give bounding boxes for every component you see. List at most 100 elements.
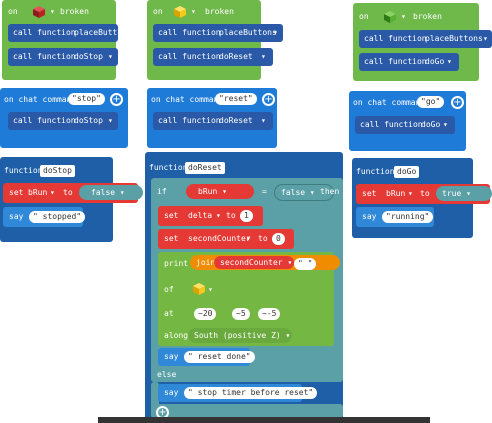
variable-name[interactable]: secondCounter — [188, 233, 251, 245]
dropdown-arrow-icon[interactable]: ▾ — [261, 115, 266, 127]
right-chat-call-dogo[interactable]: call function doGo ▾ — [355, 116, 455, 134]
horizontal-scrollbar[interactable] — [98, 417, 430, 423]
else-section[interactable]: else — [151, 368, 343, 382]
function-name-field[interactable]: doReset — [185, 162, 225, 174]
add-parameter-icon[interactable]: + — [110, 93, 123, 106]
dropdown-arrow-icon[interactable]: ▾ — [447, 56, 452, 68]
direction-dropdown[interactable]: South (positive Z) ▾ — [188, 328, 292, 343]
join-label: join — [196, 258, 216, 267]
print-label: print — [164, 259, 189, 268]
say-label: say — [164, 352, 179, 361]
set-label: set — [9, 188, 24, 197]
add-parameter-icon[interactable]: + — [451, 96, 464, 109]
red-block-icon[interactable] — [32, 5, 46, 19]
boolean-value: false — [281, 188, 306, 197]
chat-command-value[interactable]: "stop" — [68, 93, 105, 105]
middle-call-doreset[interactable]: call function doReset ▾ — [153, 48, 273, 66]
set-delta-block[interactable]: set delta ▾ to 1 — [158, 206, 263, 226]
chat-command-label: on chat command — [353, 98, 426, 107]
print-block[interactable]: print join secondCounter ▾ " " of ▾ at ~… — [158, 252, 340, 346]
dropdown-arrow-icon[interactable]: ▾ — [483, 33, 488, 45]
event-on-label: on — [8, 7, 18, 16]
function-name: placeButtons — [74, 28, 132, 37]
right-set-brun[interactable]: set bRun ▾ to true ▾ — [356, 184, 492, 204]
middle-chat-call-doreset[interactable]: call function doReset ▾ — [153, 112, 273, 130]
green-block-icon[interactable] — [383, 10, 397, 24]
dropdown-arrow-icon[interactable]: ▾ — [261, 51, 266, 63]
right-say-block[interactable]: say "running" — [356, 207, 434, 227]
then-label: then — [320, 187, 340, 196]
position-y[interactable]: ~5 — [232, 308, 250, 320]
dropdown-arrow-icon[interactable]: ▾ — [246, 233, 251, 245]
dropdown-arrow-icon[interactable]: ▾ — [126, 27, 131, 39]
dropdown-arrow-icon[interactable]: ▾ — [408, 188, 413, 200]
of-label: of — [164, 285, 174, 294]
position-x[interactable]: ~20 — [194, 308, 217, 320]
call-label: call function — [360, 120, 423, 129]
call-label: call function — [158, 116, 221, 125]
variable-name[interactable]: delta — [188, 210, 212, 222]
middle-call-placebuttons[interactable]: call function placeButtons ▾ — [153, 24, 283, 42]
variable-name[interactable]: bRun — [386, 188, 405, 200]
dropdown-arrow-icon[interactable]: ▾ — [216, 210, 221, 222]
chat-command-label: on chat command — [4, 95, 77, 104]
call-label: call function — [158, 52, 221, 61]
equals-operator[interactable]: = — [262, 186, 267, 198]
function-label: function — [149, 163, 188, 172]
dropdown-arrow-icon[interactable]: ▾ — [208, 284, 213, 296]
at-label: at — [164, 309, 174, 318]
set-label: set — [164, 234, 179, 243]
say-stop-timer[interactable]: say " stop timer before reset" — [158, 384, 318, 402]
boolean-dropdown[interactable]: false ▾ — [79, 185, 143, 200]
left-call-dostop[interactable]: call function doStop ▾ — [8, 48, 118, 66]
join-counter-variable[interactable]: secondCounter ▾ — [214, 256, 294, 269]
dropdown-arrow-icon[interactable]: ▾ — [401, 11, 406, 23]
say-text[interactable]: " reset done" — [184, 351, 255, 363]
value-field[interactable]: 1 — [240, 210, 253, 222]
if-bottom — [151, 404, 343, 418]
set-label: set — [164, 211, 179, 220]
dropdown-arrow-icon[interactable]: ▾ — [191, 6, 196, 18]
position-z[interactable]: ~-5 — [258, 308, 281, 320]
boolean-dropdown[interactable]: true ▾ — [436, 186, 492, 201]
yellow-block-icon[interactable] — [173, 5, 187, 19]
dropdown-arrow-icon[interactable]: ▾ — [273, 27, 278, 39]
yellow-block-icon[interactable] — [192, 282, 206, 296]
dropdown-arrow-icon[interactable]: ▾ — [108, 51, 113, 63]
condition-variable[interactable]: bRun ▾ — [186, 184, 254, 199]
call-label: call function — [364, 34, 427, 43]
say-text[interactable]: "running" — [382, 211, 434, 223]
direction-value: South (positive Z) — [194, 331, 281, 340]
left-call-placebuttons[interactable]: call function placeButtons ▾ — [8, 24, 132, 42]
dropdown-arrow-icon[interactable]: ▾ — [443, 119, 448, 131]
function-name-field[interactable]: doGo — [394, 166, 420, 178]
left-say-block[interactable]: say " stopped" — [3, 207, 86, 227]
value-field[interactable]: 0 — [272, 233, 285, 245]
right-call-dogo[interactable]: call function doGo ▾ — [359, 53, 459, 71]
left-set-brun[interactable]: set bRun ▾ to false ▾ — [3, 183, 143, 203]
dropdown-arrow-icon[interactable]: ▾ — [50, 187, 55, 199]
variable-name[interactable]: bRun — [28, 187, 47, 199]
say-text[interactable]: " stopped" — [29, 211, 86, 223]
function-name-field[interactable]: doStop — [40, 165, 75, 177]
say-text[interactable]: " stop timer before reset" — [184, 387, 318, 399]
say-reset-done[interactable]: say " reset done" — [158, 348, 255, 366]
dropdown-arrow-icon[interactable]: ▾ — [50, 6, 55, 18]
join-string[interactable]: " " — [294, 258, 317, 270]
to-label: to — [258, 234, 268, 243]
chat-command-value[interactable]: "reset" — [215, 93, 257, 105]
function-name: doStop — [74, 52, 103, 61]
if-label: if — [157, 187, 167, 196]
add-parameter-icon[interactable]: + — [262, 93, 275, 106]
call-label: call function — [13, 52, 76, 61]
right-call-placebuttons[interactable]: call function placeButtons ▾ — [359, 30, 492, 48]
set-secondcounter-block[interactable]: set secondCounter ▾ to 0 — [158, 229, 294, 249]
function-label: function — [4, 166, 43, 175]
say-label: say — [362, 212, 377, 221]
left-chat-call-dostop[interactable]: call function doStop ▾ — [8, 112, 118, 130]
function-name: doReset — [219, 116, 253, 125]
say-label: say — [164, 388, 179, 397]
chat-command-value[interactable]: "go" — [417, 96, 445, 108]
dropdown-arrow-icon[interactable]: ▾ — [108, 115, 113, 127]
call-label: call function — [364, 57, 427, 66]
